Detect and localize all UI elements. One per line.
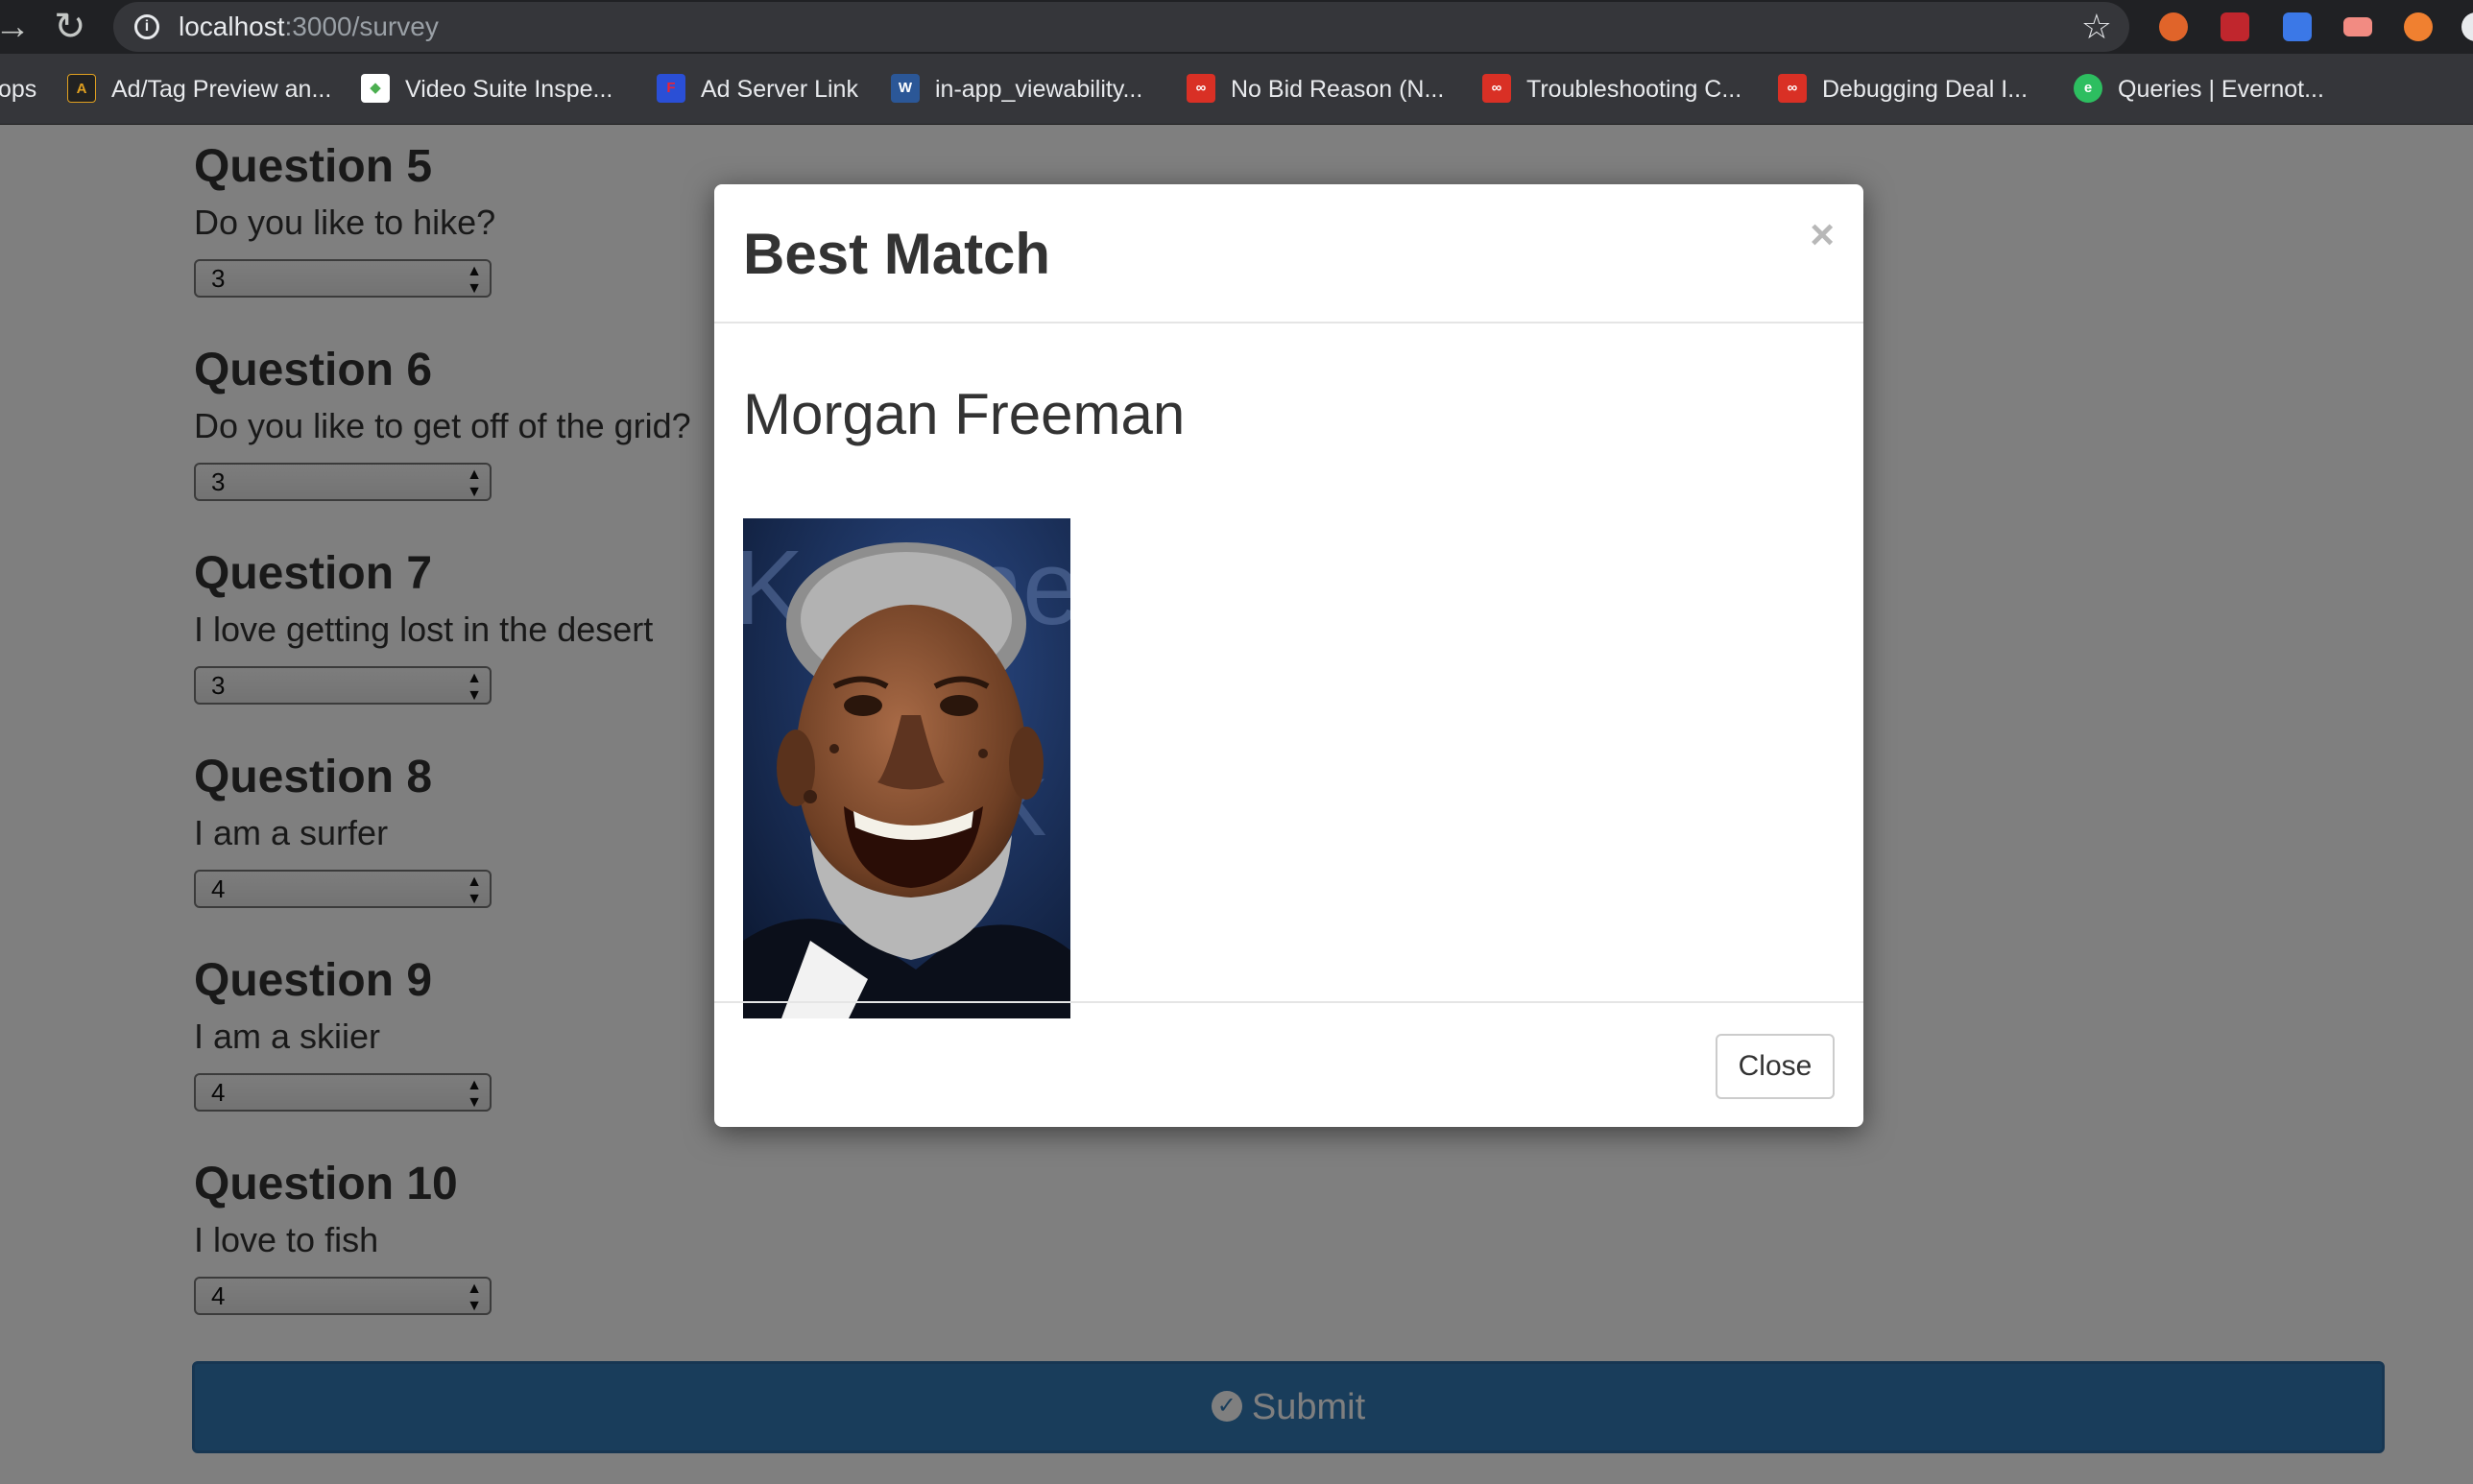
bookmarks-bar: ops A Ad/Tag Preview an... ◆ Video Suite I… — [0, 54, 2473, 125]
best-match-modal: Best Match × Morgan Freeman Ke ne k — [714, 184, 1863, 1127]
bookmark-no-bid-reason[interactable]: ∞ No Bid Reason (N... — [1187, 54, 1444, 125]
link-icon: ∞ — [1482, 74, 1511, 104]
url-path: :3000/survey — [284, 12, 439, 41]
bookmark-label: ops — [0, 76, 37, 103]
extension-icon[interactable] — [2159, 12, 2188, 41]
adtag-icon: A — [67, 74, 96, 104]
close-button[interactable]: Close — [1716, 1034, 1835, 1099]
bookmark-label: Troubleshooting C... — [1526, 76, 1742, 103]
reload-icon[interactable]: ↻ — [54, 0, 86, 54]
bookmark-label: Queries | Evernot... — [2118, 76, 2324, 103]
bookmark-label: Ad/Tag Preview an... — [111, 76, 332, 103]
bookmark-label: Debugging Deal I... — [1822, 76, 2029, 103]
url-host: localhost — [179, 12, 285, 41]
extension-icon[interactable] — [2404, 12, 2433, 41]
bookmark-ad-server-link[interactable]: F Ad Server Link — [657, 54, 858, 125]
browser-toolbar: → ↻ i localhost:3000/survey ☆ — [0, 0, 2473, 54]
bookmark-label: No Bid Reason (N... — [1231, 76, 1445, 103]
bookmark-adtag-preview[interactable]: A Ad/Tag Preview an... — [67, 54, 331, 125]
link-icon: ∞ — [1187, 74, 1215, 104]
extension-icon[interactable] — [2221, 12, 2249, 41]
video-suite-icon: ◆ — [361, 74, 390, 104]
profile-avatar[interactable] — [2461, 12, 2473, 41]
forward-arrow-icon[interactable]: → — [0, 0, 31, 54]
bookmark-troubleshooting[interactable]: ∞ Troubleshooting C... — [1482, 54, 1741, 125]
bookmark-star-icon[interactable]: ☆ — [2081, 2, 2112, 52]
bookmark-video-suite[interactable]: ◆ Video Suite Inspe... — [361, 54, 612, 125]
address-bar[interactable]: i localhost:3000/survey ☆ — [113, 2, 2129, 52]
word-doc-icon: W — [891, 74, 920, 104]
bookmark-in-app-viewability[interactable]: Win-app_viewability... — [891, 54, 1142, 125]
bookmark-queries-evernote[interactable]: e Queries | Evernot... — [2074, 54, 2324, 125]
url-text[interactable]: localhost:3000/survey — [179, 2, 439, 52]
bookmark-label: Ad Server Link — [701, 76, 858, 103]
bookmark-debugging-deal[interactable]: ∞ Debugging Deal I... — [1778, 54, 2028, 125]
close-icon[interactable]: × — [1810, 211, 1835, 259]
bookmark-apps[interactable]: ops — [0, 54, 36, 125]
modal-title: Best Match — [743, 222, 1051, 286]
ad-server-icon: F — [657, 74, 685, 104]
site-info-icon[interactable]: i — [134, 14, 159, 39]
match-photo: Ke ne k — [743, 518, 1070, 1018]
extension-icon[interactable] — [2343, 17, 2372, 36]
modal-header: Best Match × — [714, 184, 1863, 323]
link-icon: ∞ — [1778, 74, 1807, 104]
evernote-icon: e — [2074, 74, 2102, 104]
extension-icon[interactable] — [2283, 12, 2312, 41]
bookmark-label: Video Suite Inspe... — [405, 76, 613, 103]
modal-footer: Close — [714, 1001, 1863, 1127]
bookmark-label: in-app_viewability... — [935, 76, 1143, 103]
match-name: Morgan Freeman — [743, 382, 1186, 446]
